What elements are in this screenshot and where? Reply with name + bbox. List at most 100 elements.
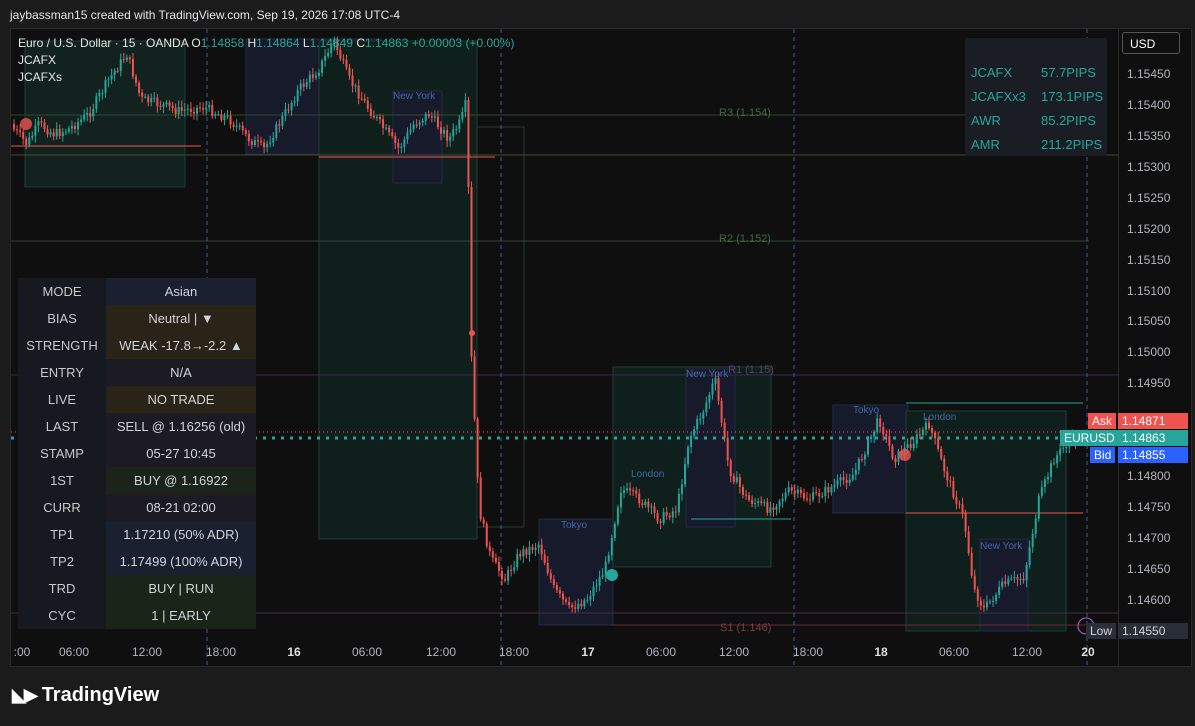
candle-body xyxy=(555,585,558,591)
session-label: New York xyxy=(393,91,436,102)
candle-body xyxy=(525,549,528,555)
candle-body xyxy=(711,383,714,395)
candle-body xyxy=(1013,577,1016,579)
candle-body xyxy=(13,124,15,130)
low-value: 1.14849 xyxy=(309,36,353,50)
candle-body xyxy=(406,132,409,140)
info-row: STAMP 05-27 10:45 xyxy=(18,440,256,467)
symbol-title[interactable]: Euro / U.S. Dollar · 15 · OANDA xyxy=(18,36,188,50)
candle-body xyxy=(388,127,391,133)
candle-body xyxy=(943,458,946,472)
candle-body xyxy=(278,124,281,126)
candle-body xyxy=(751,499,754,504)
candle-body xyxy=(192,111,195,114)
candle-body xyxy=(494,557,497,562)
candle-body xyxy=(973,575,976,590)
candle-body xyxy=(421,120,424,123)
candle-body xyxy=(940,448,943,459)
candle-body xyxy=(443,130,446,134)
candle-body xyxy=(1034,518,1037,534)
candle-body xyxy=(616,507,619,524)
candle-body xyxy=(446,130,449,141)
candle-body xyxy=(934,432,937,439)
session-label: London xyxy=(923,412,957,423)
candle-body xyxy=(793,490,796,494)
candle-body xyxy=(369,108,372,116)
candle-body xyxy=(1040,486,1043,496)
candle-body xyxy=(540,544,543,555)
candle-body xyxy=(67,128,70,132)
candle-body xyxy=(1001,581,1004,587)
candle-body xyxy=(799,489,802,494)
session-box xyxy=(979,538,1029,632)
candle-body xyxy=(162,104,165,107)
candle-body xyxy=(772,507,775,510)
change-value: +0.00003 (+0.00%) xyxy=(411,36,515,50)
candle-body xyxy=(223,115,226,120)
candle-body xyxy=(80,119,83,123)
candle-body xyxy=(1050,463,1052,477)
candle-body xyxy=(781,498,784,502)
candle-body xyxy=(1004,581,1007,584)
candle-body xyxy=(92,108,95,117)
candle-body xyxy=(171,105,174,109)
candle-body xyxy=(687,447,690,465)
candle-body xyxy=(546,562,549,574)
candle-body xyxy=(528,546,531,555)
symbol-tag: EURUSD xyxy=(1060,430,1119,446)
info-key: BIAS xyxy=(18,305,106,332)
session-label: New York xyxy=(686,369,729,380)
candle-body xyxy=(821,496,824,498)
indicator-jcafxs[interactable]: JCAFXs xyxy=(18,69,514,86)
candle-body xyxy=(982,605,985,608)
high-value: 1.14864 xyxy=(256,36,300,50)
candle-body xyxy=(659,521,662,523)
candle-body xyxy=(1028,547,1031,565)
candle-body xyxy=(519,553,522,557)
candle-body xyxy=(257,140,259,142)
pips-value: 211.2PIPS xyxy=(1041,137,1103,152)
candle-body xyxy=(705,402,708,413)
session-label: Tokyo xyxy=(561,520,588,531)
candle-body xyxy=(40,121,43,123)
price-tick-label: 1.15100 xyxy=(1127,284,1171,298)
time-tick-label: 18:00 xyxy=(792,645,824,659)
candle-body xyxy=(854,469,857,475)
candle-body xyxy=(693,429,696,436)
candle-body xyxy=(98,92,101,97)
candle-body xyxy=(644,501,647,505)
candle-body xyxy=(46,129,49,135)
candle-body xyxy=(49,132,52,135)
candle-body xyxy=(199,107,202,109)
candle-body xyxy=(592,586,595,597)
time-tick-label: 12:00 xyxy=(1011,645,1043,659)
candle-body xyxy=(565,599,568,602)
candle-body xyxy=(671,511,674,518)
pips-value: 57.7PIPS xyxy=(1041,65,1096,80)
info-row: 1ST BUY @ 1.16922 xyxy=(18,467,256,494)
last-price-tag: 1.14863 xyxy=(1118,430,1188,446)
candle-body xyxy=(848,479,851,483)
candle-body xyxy=(638,493,641,504)
time-tick-label: 16 xyxy=(287,645,301,659)
info-value: 1.17499 (100% ADR) xyxy=(106,548,256,575)
candle-body xyxy=(1016,577,1019,580)
candle-body xyxy=(165,102,168,105)
candle-body xyxy=(684,464,686,485)
info-key: CYC xyxy=(18,602,106,629)
price-tick-label: 1.15150 xyxy=(1127,253,1171,267)
candle-body xyxy=(531,546,534,550)
candle-body xyxy=(1056,455,1059,464)
candle-body xyxy=(580,603,583,607)
chart-header: jaybassman15 created with TradingView.co… xyxy=(10,8,400,22)
candle-body xyxy=(769,507,772,513)
candle-body xyxy=(1043,479,1046,487)
candle-body xyxy=(909,444,912,449)
candle-body xyxy=(183,109,186,111)
candle-body xyxy=(708,394,711,403)
currency-button[interactable]: USD xyxy=(1122,32,1180,54)
indicator-jcafx[interactable]: JCAFX xyxy=(18,52,514,69)
candle-body xyxy=(845,480,848,483)
candle-body xyxy=(568,601,571,605)
candle-body xyxy=(860,459,863,461)
